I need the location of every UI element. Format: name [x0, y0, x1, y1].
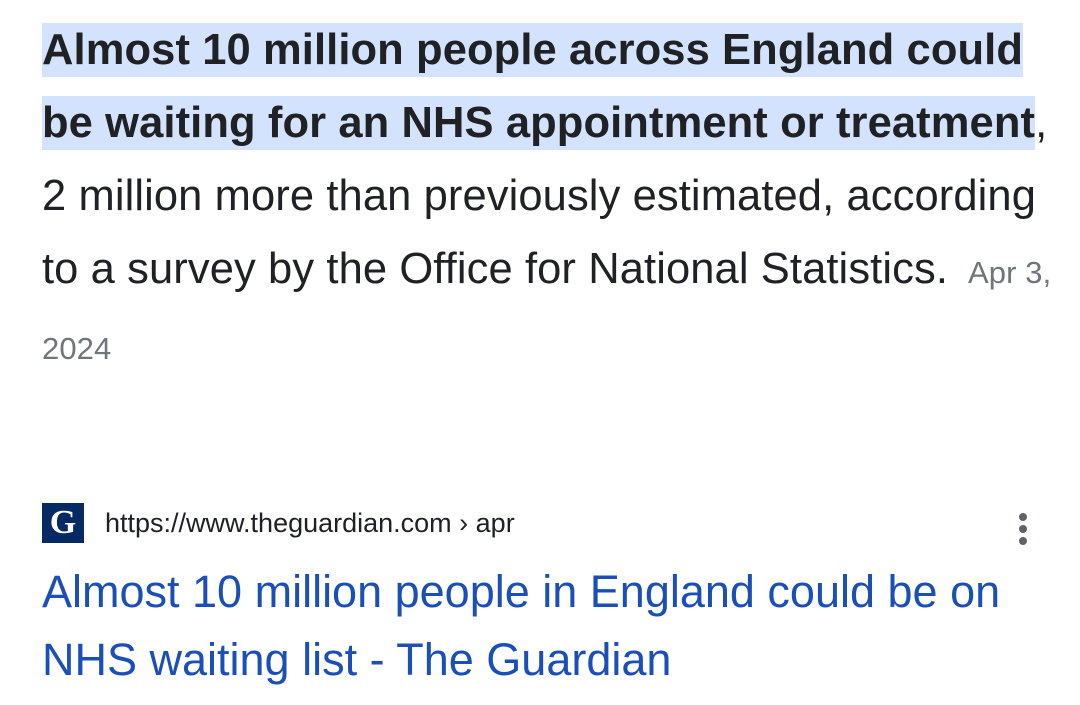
menu-dot — [1019, 537, 1027, 545]
more-options-icon[interactable] — [1010, 513, 1034, 549]
guardian-favicon-icon: G — [42, 503, 84, 543]
menu-dot — [1019, 513, 1027, 521]
source-url[interactable]: https://www.theguardian.com › apr — [105, 505, 515, 541]
menu-dot — [1019, 525, 1027, 533]
snippet-highlight: Almost 10 million people across England … — [42, 23, 1036, 150]
source-row[interactable]: G https://www.theguardian.com › apr — [42, 503, 1042, 545]
favicon-letter: G — [49, 504, 77, 541]
featured-snippet: Almost 10 million people across England … — [42, 14, 1052, 385]
result-title-link[interactable]: Almost 10 million people in England coul… — [42, 558, 1052, 694]
